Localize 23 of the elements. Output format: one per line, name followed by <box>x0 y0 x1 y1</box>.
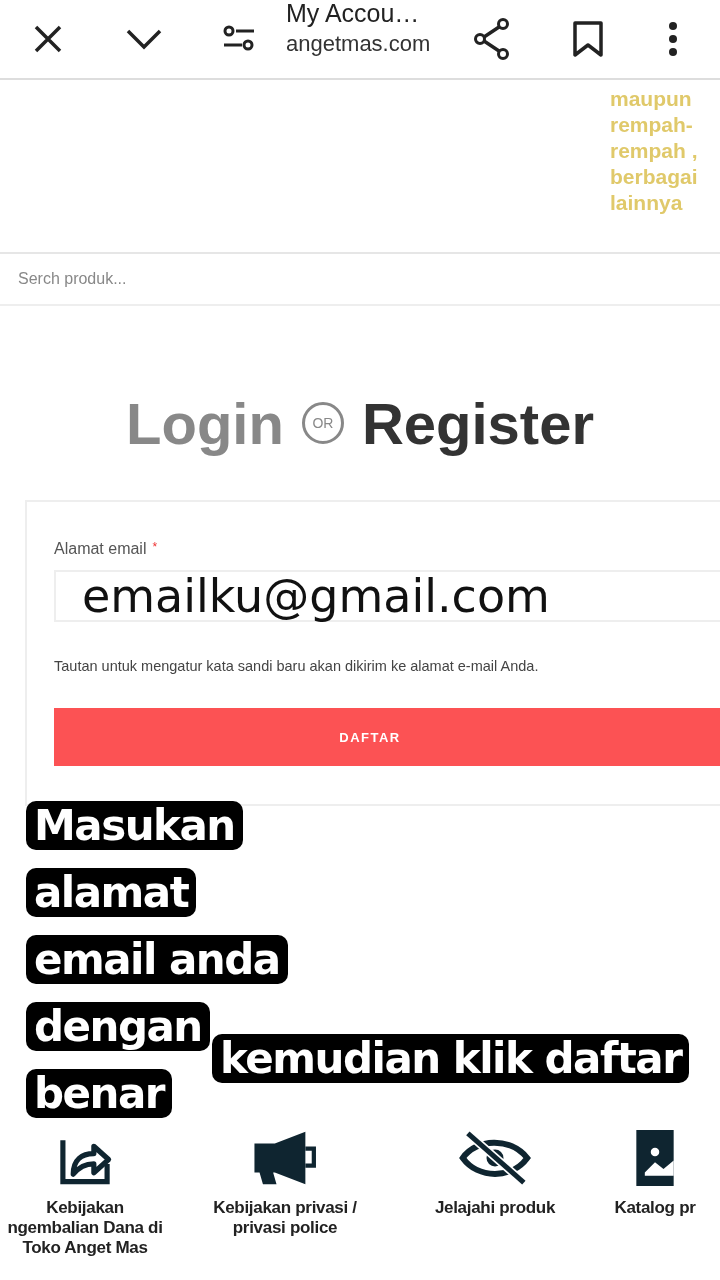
email-label: Alamat email <box>54 540 147 558</box>
hint-text: Tautan untuk mengatur kata sandi baru akan dikirim ke alamat e-mail Anda. <box>54 658 540 674</box>
promo-text: maupun rempah- rempah , berbagai lainnya <box>610 86 699 216</box>
or-badge: OR <box>301 402 344 444</box>
search-field[interactable]: Serch produk... <box>0 270 720 288</box>
email-field[interactable]: emailku@gmail.com <box>54 570 720 622</box>
chevron-down-icon[interactable] <box>126 27 162 51</box>
login-heading[interactable]: Login <box>126 389 284 457</box>
register-heading[interactable]: Register <box>361 389 594 457</box>
sliders-icon[interactable] <box>222 25 256 53</box>
page-title: My Accou… <box>286 0 421 26</box>
caption-text: kemudian klik daftar <box>212 1034 690 1083</box>
footer-link[interactable]: Jelajahi produk <box>434 1198 556 1218</box>
footer-link[interactable]: Katalog pr <box>614 1198 696 1218</box>
bookmark-icon[interactable] <box>572 20 604 58</box>
footer-link[interactable]: Kebijakan privasi / privasi police <box>213 1198 357 1238</box>
share-icon[interactable] <box>472 18 512 60</box>
more-icon[interactable] <box>667 21 679 57</box>
domain-text: angetmas.com <box>286 30 431 58</box>
close-icon[interactable] <box>32 23 64 55</box>
required-mark: * <box>152 540 158 554</box>
image-file-icon[interactable] <box>633 1130 677 1186</box>
footer-link[interactable]: Kebijakan ngembalian Dana di Toko Anget Mas <box>7 1198 163 1258</box>
